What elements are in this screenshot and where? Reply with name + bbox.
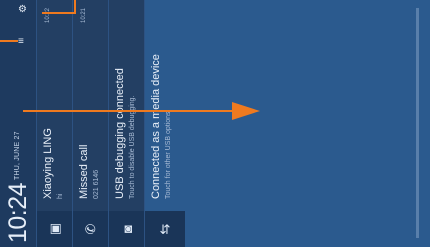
drawer-edge xyxy=(416,8,419,238)
date: THU, JUNE 27 xyxy=(14,131,21,180)
notification-item[interactable]: ⇆ Connected as a media device Touch for … xyxy=(144,0,185,247)
swipe-arrow-line xyxy=(23,110,235,112)
message-icon: ▣ xyxy=(37,211,73,247)
notification-title: Connected as a media device xyxy=(150,54,162,199)
clock: 10:24 xyxy=(4,182,32,243)
clear-all-icon[interactable]: ≡ xyxy=(18,36,24,47)
notification-item[interactable]: ✆ Missed call 021 6146 10:21 xyxy=(72,0,109,247)
background-panel xyxy=(145,0,430,247)
swipe-arrow-head xyxy=(232,102,260,120)
callout-line-left xyxy=(0,40,18,42)
notification-subtitle: hi xyxy=(57,193,64,199)
notification-title: Xiaoying LING xyxy=(42,128,54,199)
notification-subtitle: Touch for other USB options xyxy=(165,111,172,199)
notification-item[interactable]: ▣ Xiaoying LING hi 10:22 xyxy=(36,0,73,247)
missed-call-icon: ✆ xyxy=(73,211,109,247)
bug-icon: ◙ xyxy=(109,211,145,247)
notification-title: USB debugging connected xyxy=(114,68,126,199)
notification-shade-rotated: 10:24 THU, JUNE 27 ▣ Xiaoying LING hi 10… xyxy=(0,0,430,247)
notification-subtitle: 021 6146 xyxy=(93,169,100,199)
quick-settings-icon[interactable]: ⚙ xyxy=(18,4,27,15)
callout-line-top xyxy=(42,0,76,14)
notification-title: Missed call xyxy=(78,144,90,199)
notification-time: 10:21 xyxy=(81,8,87,24)
notification-item[interactable]: ◙ USB debugging connected Touch to disab… xyxy=(108,0,145,247)
usb-icon: ⇆ xyxy=(145,211,185,247)
